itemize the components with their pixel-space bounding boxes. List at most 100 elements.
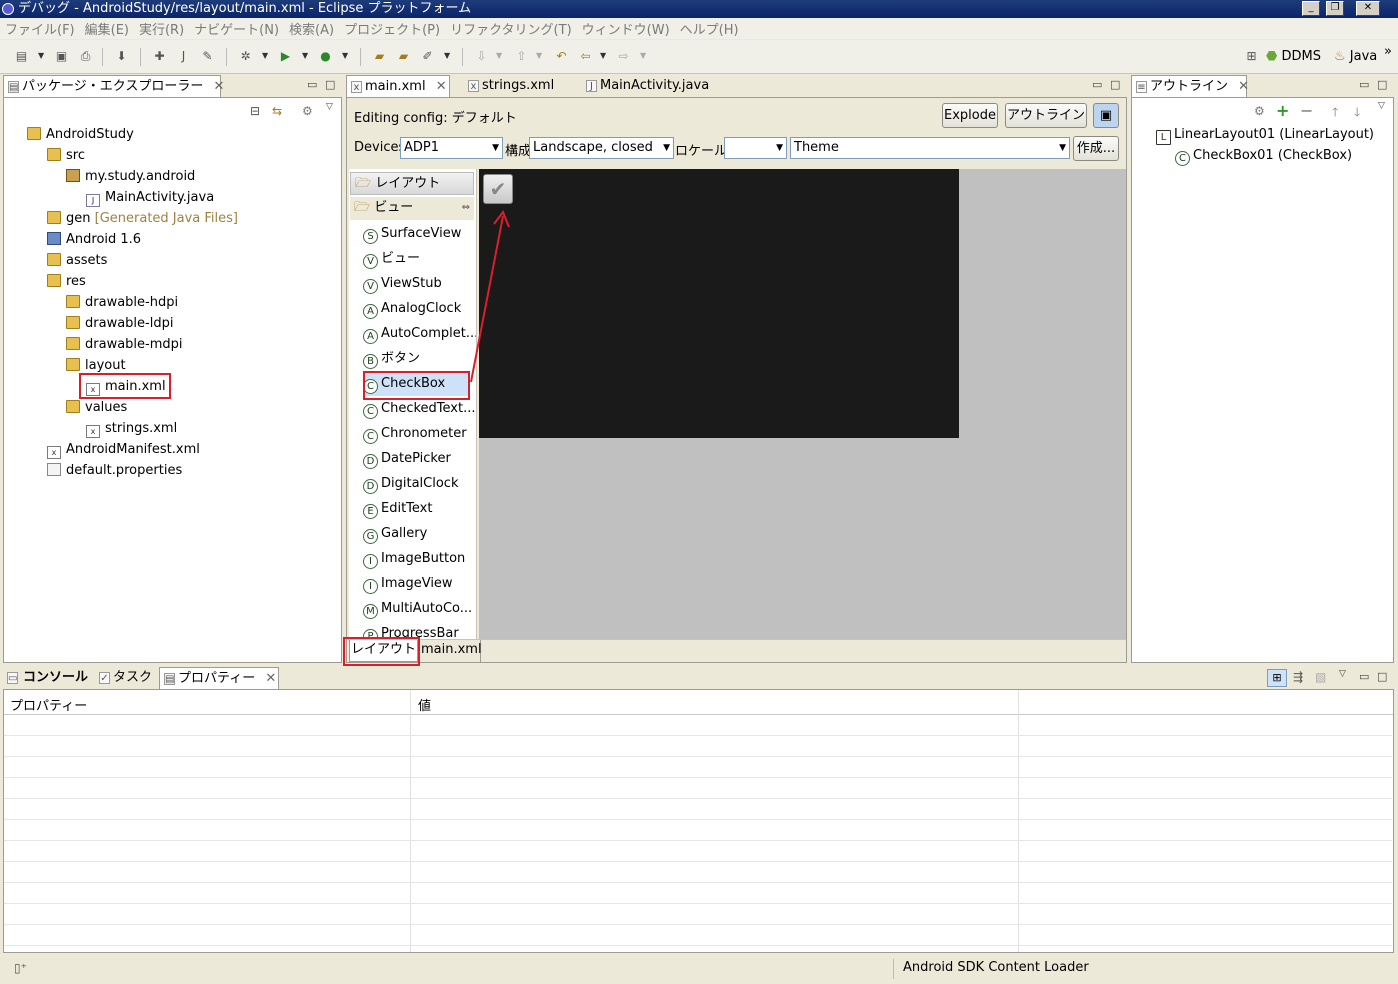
tree-item-android-lib[interactable]: Android 1.6 [47,229,141,250]
outline-item-checkbox[interactable]: C CheckBox01 (CheckBox) [1175,145,1352,166]
palette-item-imageview[interactable]: I ImageView [363,571,453,596]
tree-item-project[interactable]: AndroidStudy [27,124,134,145]
tab-main-xml[interactable]: x main.xml ✕ [346,75,450,97]
close-tab-icon[interactable]: ✕ [214,79,225,94]
view-menu-filter-icon[interactable]: ⚙ [302,104,313,118]
tab-outline[interactable]: ≡ アウトライン ✕ [1131,75,1249,97]
tree-item-mainactivity[interactable]: J MainActivity.java [86,187,214,208]
open-resource-icon[interactable]: ▰ [396,49,411,64]
maximize-view-icon[interactable]: □ [1110,78,1120,91]
search-icon[interactable]: ✐ [420,49,435,64]
new-dropdown-icon[interactable]: ▼ [38,51,44,60]
filter-advanced-icon[interactable]: ⇶ [1293,670,1303,684]
forward-dropdown-icon[interactable]: ▼ [640,51,646,60]
maximize-view-icon[interactable]: □ [325,78,335,91]
debug-icon[interactable]: ✲ [238,49,253,64]
save-icon[interactable]: ▣ [54,49,69,64]
tree-item-drawable-mdpi[interactable]: drawable-mdpi [66,334,183,355]
palette-item-analogclock[interactable]: A AnalogClock [363,296,461,321]
outline-toggle-button[interactable]: アウトライン [1005,103,1087,128]
open-type-icon[interactable]: ▰ [372,49,387,64]
palette-item-multiautocomplete[interactable]: M MultiAutoCo... [363,596,472,621]
last-edit-icon[interactable]: ↶ [554,49,569,64]
back-icon[interactable]: ⇦ [578,49,593,64]
next-annotation-dropdown-icon[interactable]: ▼ [496,51,502,60]
outline-item-linearlayout[interactable]: L LinearLayout01 (LinearLayout) [1156,124,1374,145]
view-menu-icon[interactable]: ▽ [1339,669,1346,679]
tab-strings-xml[interactable]: x strings.xml [464,75,576,97]
tree-item-package[interactable]: my.study.android [66,166,195,187]
open-perspective-icon[interactable]: ⊞ [1244,49,1259,64]
palette-section-views[interactable]: 🗁 ビュー ⇔ [350,197,474,220]
create-config-button[interactable]: 作成... [1073,136,1119,161]
perspective-java[interactable]: ♨ Java [1334,49,1377,64]
tab-properties[interactable]: ▤ プロパティー ✕ [159,667,279,689]
column-header-value[interactable]: 値 [418,695,431,714]
tree-item-assets[interactable]: assets [47,250,107,271]
menu-search[interactable]: 検索(A) [284,19,339,38]
tab-mainactivity-java[interactable]: J MainActivity.java [582,75,728,97]
fast-view-icon[interactable]: ▯⁺ [14,961,27,975]
tab-package-explorer[interactable]: ▤ パッケージ・エクスプローラー ✕ [3,75,224,97]
restore-default-icon[interactable]: ▧ [1315,670,1326,684]
print-icon[interactable]: ⎙ [78,49,93,64]
menu-run[interactable]: 実行(R) [134,19,189,38]
run-dropdown-icon[interactable]: ▼ [302,51,308,60]
menu-edit[interactable]: 編集(E) [80,19,134,38]
palette-item-viewstub[interactable]: V ViewStub [363,271,442,296]
palette-item-imagebutton[interactable]: I ImageButton [363,546,465,571]
tree-item-manifest[interactable]: x AndroidManifest.xml [47,439,200,460]
minimize-view-icon[interactable]: ▭ [1359,670,1369,683]
menu-help[interactable]: ヘルプ(H) [675,19,744,38]
close-tab-icon[interactable]: ✕ [1238,79,1249,94]
remove-icon[interactable]: − [1300,101,1313,120]
filter-icon[interactable]: ⚙ [1254,104,1265,118]
tree-item-drawable-ldpi[interactable]: drawable-ldpi [66,313,173,334]
new-android-project-icon[interactable]: ✚ [152,49,167,64]
theme-select[interactable]: Theme ▼ [790,137,1070,159]
minimize-view-icon[interactable]: ▭ [1359,78,1369,91]
collapse-all-icon[interactable]: ⊟ [250,104,260,118]
palette-item-edittext[interactable]: E EditText [363,496,432,521]
external-tools-dropdown-icon[interactable]: ▼ [342,51,348,60]
search-dropdown-icon[interactable]: ▼ [444,51,450,60]
config-select[interactable]: Landscape, closed ▼ [529,137,674,159]
explode-button[interactable]: Explode [942,103,998,128]
layout-view-toggle-button[interactable]: ▣ [1093,103,1119,128]
minimize-view-icon[interactable]: ▭ [1092,78,1102,91]
palette-section-layout[interactable]: 🗁 レイアウト [350,172,474,195]
layout-canvas[interactable]: ✔ [479,169,1126,639]
tree-item-strings-xml[interactable]: x strings.xml [86,418,177,439]
next-annotation-icon[interactable]: ⇩ [474,49,489,64]
palette-item-chronometer[interactable]: C Chronometer [363,421,467,446]
tree-item-default-properties[interactable]: default.properties [47,460,182,481]
minimize-button[interactable]: _ [1302,1,1320,16]
close-window-button[interactable]: ✕ [1356,1,1380,16]
menu-file[interactable]: ファイル(F) [0,19,80,38]
palette-item-digitalclock[interactable]: D DigitalClock [363,471,458,496]
link-with-editor-icon[interactable]: ⇆ [272,104,282,118]
device-select[interactable]: ADP1 ▼ [400,137,503,159]
maximize-view-icon[interactable]: □ [1377,670,1387,683]
view-menu-icon[interactable]: ▽ [326,102,333,112]
add-icon[interactable]: + [1276,101,1289,120]
column-header-property[interactable]: プロパティー [10,695,87,714]
menu-project[interactable]: プロジェクト(P) [339,19,445,38]
palette-item-surfaceview[interactable]: S SurfaceView [363,221,461,246]
back-dropdown-icon[interactable]: ▼ [600,51,606,60]
perspective-ddms[interactable]: ⬣ DDMS [1266,49,1321,64]
external-tools-icon[interactable]: ● [318,49,333,64]
tree-item-res[interactable]: res [47,271,86,292]
move-down-icon[interactable]: 🡓 [1354,103,1360,124]
restore-button[interactable]: ❐ [1326,1,1344,16]
tab-tasks[interactable]: ✓ タスク [95,667,157,689]
download-icon[interactable]: ⬇ [114,49,129,64]
palette-item-gallery[interactable]: G Gallery [363,521,427,546]
minimize-view-icon[interactable]: ▭ [307,78,317,91]
tree-item-src[interactable]: src [47,145,85,166]
prev-annotation-dropdown-icon[interactable]: ▼ [536,51,542,60]
prev-annotation-icon[interactable]: ⇧ [514,49,529,64]
palette-item-autocomplete[interactable]: A AutoComplet... [363,321,476,346]
palette-item-button[interactable]: B ボタン [363,346,420,371]
more-perspectives[interactable]: » [1384,44,1392,59]
